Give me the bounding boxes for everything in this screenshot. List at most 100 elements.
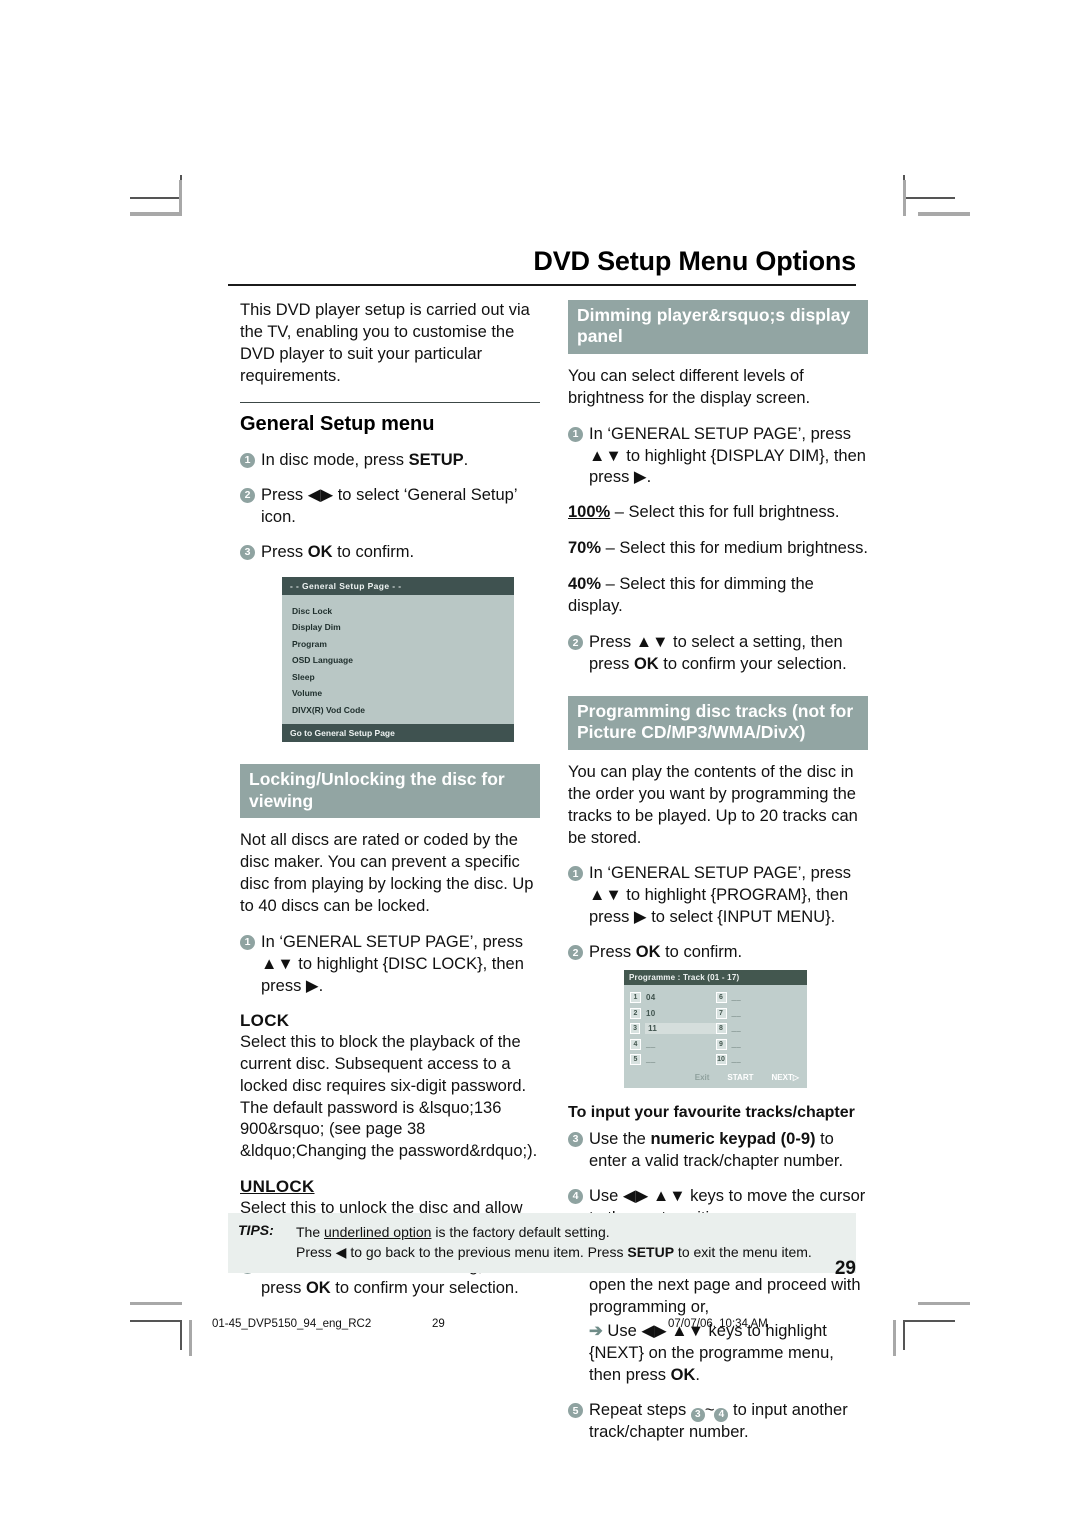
step-item: 2 Press ◀▶ to select ‘General Setup’ ico… bbox=[240, 485, 540, 529]
crop-mark-bottom-right-v bbox=[903, 1320, 905, 1350]
section-bar-programming: Programming disc tracks (not for Picture… bbox=[568, 696, 868, 750]
crop-mark-top-left bbox=[130, 197, 182, 199]
step-bullet: 2 bbox=[568, 635, 583, 651]
crop-mark-top-left-bar bbox=[179, 180, 182, 216]
programme-value: __ bbox=[731, 1055, 741, 1065]
step-item: 3 Use the numeric keypad (0-9) to enter … bbox=[568, 1129, 868, 1173]
programme-value: __ bbox=[731, 993, 741, 1003]
crop-mark-bottom-left-v bbox=[180, 1320, 182, 1350]
programme-exit-button[interactable]: Exit bbox=[695, 1073, 710, 1082]
step-item: 1 In disc mode, press SETUP. bbox=[240, 450, 540, 472]
programme-row: 7 __ bbox=[715, 1007, 802, 1019]
step-bullet: 1 bbox=[568, 426, 583, 442]
step-text: In ‘GENERAL SETUP PAGE’, press ▲▼ to hig… bbox=[261, 932, 524, 995]
lock-heading: LOCK bbox=[240, 1010, 290, 1030]
crop-mark-top-left-bar2 bbox=[130, 212, 182, 216]
tips-line-1: The underlined option is the factory def… bbox=[296, 1222, 812, 1242]
inline-step-bullet: 3 bbox=[690, 1407, 705, 1422]
tips-line1-underlined: underlined option bbox=[324, 1224, 432, 1240]
printer-footer-file: 01-45_DVP5150_94_eng_RC2 bbox=[212, 1318, 372, 1330]
osd-item: Volume bbox=[292, 688, 323, 699]
programme-start-button[interactable]: START bbox=[727, 1073, 753, 1082]
programme-index: 6 bbox=[715, 992, 727, 1004]
programme-value: __ bbox=[646, 1055, 656, 1065]
repeat-mid: ~ bbox=[704, 1401, 715, 1419]
unlock-heading: UNLOCK bbox=[240, 1177, 315, 1197]
step-item: 3 Press OK to confirm. bbox=[240, 542, 540, 564]
step-bullet: 5 bbox=[568, 1403, 583, 1418]
osd-title: - - General Setup Page - - bbox=[282, 576, 514, 595]
step-bullet: 4 bbox=[568, 1188, 583, 1204]
programme-value: 10 bbox=[646, 1008, 656, 1018]
tips-label: TIPS: bbox=[238, 1222, 274, 1238]
dim-option-text: – Select this for full brightness. bbox=[610, 503, 840, 522]
programme-row: 8 __ bbox=[715, 1023, 802, 1035]
step-text: In disc mode, press SETUP. bbox=[261, 450, 469, 469]
programme-value: 11 bbox=[645, 1023, 716, 1035]
crop-mark-top-right-bar2 bbox=[918, 212, 970, 216]
step-text: Press OK to confirm. bbox=[261, 542, 415, 561]
programme-row: 9 __ bbox=[715, 1038, 802, 1050]
left-column: This DVD player setup is carried out via… bbox=[240, 300, 540, 1313]
step-bullet: 2 bbox=[240, 487, 255, 503]
section-bar-dimming: Dimming player&rsquo;s display panel bbox=[568, 300, 868, 354]
right-column: Dimming player&rsquo;s display panel You… bbox=[568, 300, 868, 1457]
crop-mark-top-right bbox=[903, 197, 955, 199]
step-bullet: 3 bbox=[240, 544, 255, 560]
step-item: 1 In ‘GENERAL SETUP PAGE’, press ▲▼ to h… bbox=[568, 863, 868, 929]
lock-body: Select this to block the playback of the… bbox=[240, 1032, 538, 1161]
crop-mark-bottom-left-bar2 bbox=[130, 1302, 182, 1305]
programme-row-selected: 3 11 bbox=[630, 1023, 716, 1035]
step-item: 2 Press OK to confirm. bbox=[568, 942, 868, 964]
osd-item: OSD Language bbox=[292, 655, 353, 666]
osd-item: Display Dim bbox=[292, 622, 341, 633]
osd-item: Program bbox=[292, 638, 327, 649]
dim-option-label: 100% bbox=[568, 503, 611, 522]
printer-footer-page: 29 bbox=[432, 1318, 445, 1330]
programme-osd-screenshot: Programme : Track (01 - 17) 1 0 4 2 10 3 11 … bbox=[624, 970, 807, 1088]
programme-row: 6 __ bbox=[715, 992, 802, 1004]
step-text: Press OK to confirm. bbox=[589, 943, 743, 962]
step-bullet: 1 bbox=[240, 934, 255, 950]
programme-row: 4 __ bbox=[630, 1038, 716, 1050]
programme-index: 5 bbox=[630, 1054, 641, 1066]
programme-next-button[interactable]: NEXT▷ bbox=[772, 1073, 800, 1082]
dim-option-label: 70% bbox=[568, 539, 602, 558]
programme-value: __ bbox=[731, 1039, 741, 1049]
locking-body: Not all discs are rated or coded by the … bbox=[240, 831, 534, 915]
tips-lines: The underlined option is the factory def… bbox=[296, 1222, 812, 1263]
step-item: 1 In ‘GENERAL SETUP PAGE’, press ▲▼ to h… bbox=[240, 932, 540, 998]
sub-bullet-b-text: Use ◀▶ ▲▼ keys to highlight {NEXT} on th… bbox=[589, 1322, 834, 1385]
osd-footer: Go to General Setup Page bbox=[282, 724, 514, 743]
programme-footer: Exit START NEXT▷ bbox=[624, 1072, 807, 1088]
programme-index: 4 bbox=[630, 1038, 641, 1050]
programme-column-left: 1 04 2 10 3 11 4 __ 5 __ bbox=[630, 992, 716, 1070]
section-divider bbox=[240, 401, 540, 403]
crop-mark-bottom-left bbox=[130, 1320, 182, 1322]
dimming-body: You can select different levels of brigh… bbox=[568, 366, 811, 407]
step-bullet: 3 bbox=[568, 1131, 583, 1147]
programme-value: __ bbox=[646, 1039, 656, 1049]
programme-value: 04 bbox=[646, 993, 656, 1003]
dim-option-text: – Select this for medium brightness. bbox=[601, 539, 868, 558]
programme-index: 7 bbox=[715, 1007, 727, 1019]
step-text: Use the numeric keypad (0-9) to enter a … bbox=[589, 1129, 844, 1170]
page-number: 29 bbox=[834, 1258, 856, 1279]
crop-mark-bottom-right-bar bbox=[893, 1320, 896, 1356]
programme-grid: 1 04 2 10 3 11 4 __ 5 __ 6 __ 7 __ 8 __ 9 __ 10 __ bbox=[624, 985, 807, 1072]
document-page: DVD Setup Menu Options This DVD player s… bbox=[0, 0, 1080, 1528]
step-text: In ‘GENERAL SETUP PAGE’, press ▲▼ to hig… bbox=[589, 424, 866, 487]
programme-row: 5 __ bbox=[630, 1054, 716, 1066]
programme-value: __ bbox=[731, 1008, 741, 1018]
general-setup-heading: General Setup menu bbox=[240, 412, 435, 435]
programme-index: 1 bbox=[630, 992, 641, 1004]
inline-step-bullet: 4 bbox=[714, 1407, 729, 1422]
step-bullet: 1 bbox=[568, 866, 583, 882]
programme-index: 8 bbox=[715, 1023, 727, 1035]
osd-item: Sleep bbox=[292, 671, 315, 682]
programme-value: __ bbox=[731, 1024, 741, 1034]
crop-mark-bottom-left-bar bbox=[189, 1320, 192, 1356]
favourite-tracks-heading: To input your favourite tracks/chapter bbox=[568, 1103, 855, 1121]
programme-row: 2 10 bbox=[630, 1007, 716, 1019]
step-text: Repeat steps 3 ~4 to input another track/… bbox=[589, 1400, 868, 1444]
